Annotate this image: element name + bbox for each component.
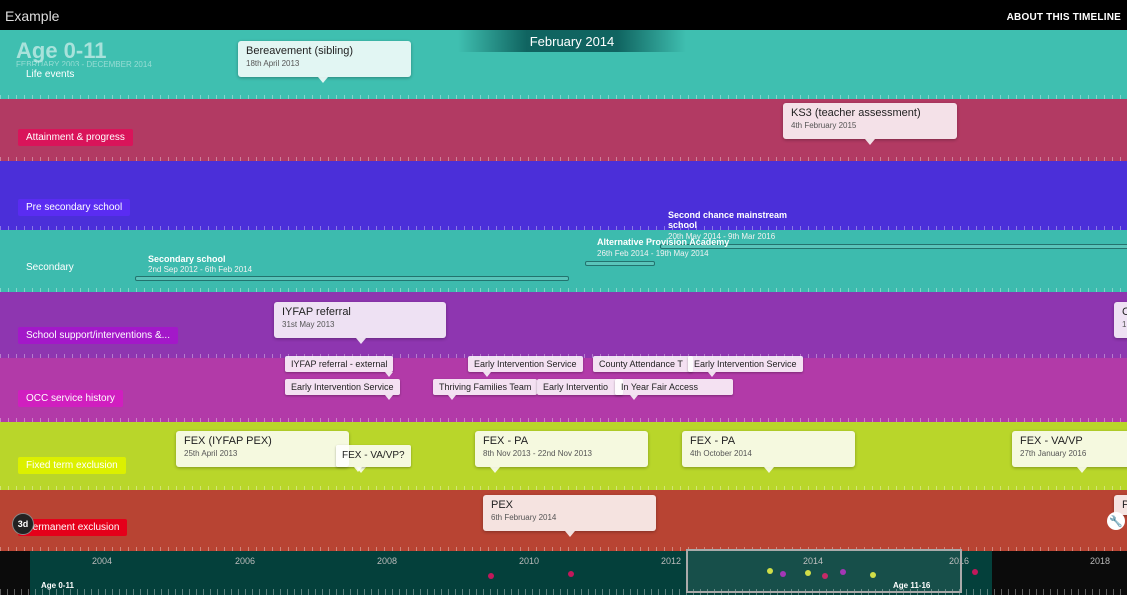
event-title: FEX - VA/VP	[1020, 435, 1083, 447]
nav-event-dot	[972, 569, 978, 575]
nav-year: 2004	[92, 556, 113, 566]
occ-item[interactable]: IYFAP referral - external	[285, 356, 394, 377]
event-date: 31st May 2013	[282, 320, 335, 329]
event-date: 18th April 2013	[246, 59, 300, 68]
nav-year: 2010	[519, 556, 540, 566]
band-label-fixed-term[interactable]: Fixed term exclusion	[18, 457, 126, 474]
event-title: P	[1122, 499, 1127, 511]
nav-year: 2012	[661, 556, 682, 566]
span-alt-provision-bar[interactable]	[585, 261, 655, 266]
event-date: 8th Nov 2013 - 22nd Nov 2013	[483, 449, 592, 458]
span-secondary-school-bar[interactable]	[135, 276, 569, 281]
event-title: Bereavement (sibling)	[246, 45, 353, 57]
event-title: FEX - PA	[690, 435, 736, 447]
top-bar: Example ABOUT THIS TIMELINE	[0, 0, 1127, 30]
event-date: 1	[1122, 320, 1127, 329]
nav-event-dot	[568, 571, 574, 577]
span-alt-provision-title[interactable]: Alternative Provision Academy	[597, 237, 729, 247]
span-second-chance-bar[interactable]	[660, 244, 1127, 249]
event-ks3[interactable]: KS3 (teacher assessment) 4th February 20…	[783, 103, 957, 145]
current-month: February 2014	[458, 30, 686, 52]
3d-toggle-button[interactable]: 3d	[12, 513, 34, 535]
event-title: FEX (IYFAP PEX)	[184, 435, 272, 447]
nav-year: 2006	[235, 556, 256, 566]
band-label-attainment[interactable]: Attainment & progress	[18, 129, 133, 146]
event-fex-pa-1[interactable]: FEX - PA 8th Nov 2013 - 22nd Nov 2013	[475, 431, 648, 473]
event-date: 6th February 2014	[491, 513, 557, 522]
event-title: IYFAP referral	[282, 306, 351, 318]
occ-item[interactable]: Early Interventio	[537, 379, 623, 395]
event-fex-vavp[interactable]: FEX - VA/VP?	[336, 445, 411, 472]
occ-item[interactable]: Early Intervention Service	[468, 356, 583, 377]
navigator-viewport-window[interactable]	[686, 549, 962, 593]
band-label-occ[interactable]: OCC service history	[18, 390, 123, 407]
occ-item[interactable]: In Year Fair Access	[615, 379, 733, 400]
event-title: C	[1122, 306, 1127, 318]
occ-item[interactable]: Thriving Families Team	[433, 379, 538, 400]
span-alt-provision-date: 26th Feb 2014 - 19th May 2014	[597, 249, 709, 258]
event-pex[interactable]: PEX 6th February 2014	[483, 495, 656, 537]
band-pre-secondary	[0, 161, 1127, 230]
span-second-chance-title[interactable]: Second chance mainstream school	[668, 210, 818, 230]
occ-item[interactable]: Early Intervention Service	[688, 356, 803, 377]
event-fex-vavp-2016[interactable]: FEX - VA/VP 27th January 2016	[1012, 431, 1127, 473]
nav-year: 2008	[377, 556, 398, 566]
occ-item[interactable]: Early Intervention Service	[285, 379, 400, 400]
band-label-permanent[interactable]: Permanent exclusion	[18, 519, 128, 536]
nav-year: 2018	[1090, 556, 1111, 566]
event-date: 4th February 2015	[791, 121, 857, 130]
event-bereavement[interactable]: Bereavement (sibling) 18th April 2013	[238, 41, 411, 83]
event-date: 4th October 2014	[690, 449, 752, 458]
about-timeline-link[interactable]: ABOUT THIS TIMELINE	[1007, 12, 1121, 23]
event-title: FEX - PA	[483, 435, 529, 447]
event-fex-iyfap[interactable]: FEX (IYFAP PEX) 25th April 2013	[176, 431, 366, 473]
band-label-school-support[interactable]: School support/interventions &...	[18, 327, 178, 344]
event-fex-pa-2[interactable]: FEX - PA 4th October 2014	[682, 431, 855, 473]
span-secondary-school-title[interactable]: Secondary school	[148, 254, 226, 264]
occ-item[interactable]: County Attendance T	[593, 356, 693, 372]
app-title: Example	[5, 8, 60, 24]
event-date: 27th January 2016	[1020, 449, 1087, 458]
event-date: 25th April 2013	[184, 449, 238, 458]
nav-event-dot	[488, 573, 494, 579]
event-title: KS3 (teacher assessment)	[791, 107, 921, 119]
span-secondary-school-date: 2nd Sep 2012 - 6th Feb 2014	[148, 265, 253, 274]
band-label-life-events[interactable]: Life events	[18, 66, 83, 83]
wrench-icon[interactable]: 🔧	[1107, 512, 1125, 530]
nav-era-left: Age 0-11	[41, 581, 74, 590]
event-support-offscreen[interactable]: C 1	[1114, 302, 1127, 338]
band-label-secondary[interactable]: Secondary	[18, 259, 82, 276]
band-label-pre-secondary[interactable]: Pre secondary school	[18, 199, 131, 216]
band-attainment	[0, 99, 1127, 161]
band-school-support	[0, 292, 1127, 358]
event-iyfap-referral[interactable]: IYFAP referral 31st May 2013	[274, 302, 446, 344]
event-title: PEX	[491, 499, 514, 511]
